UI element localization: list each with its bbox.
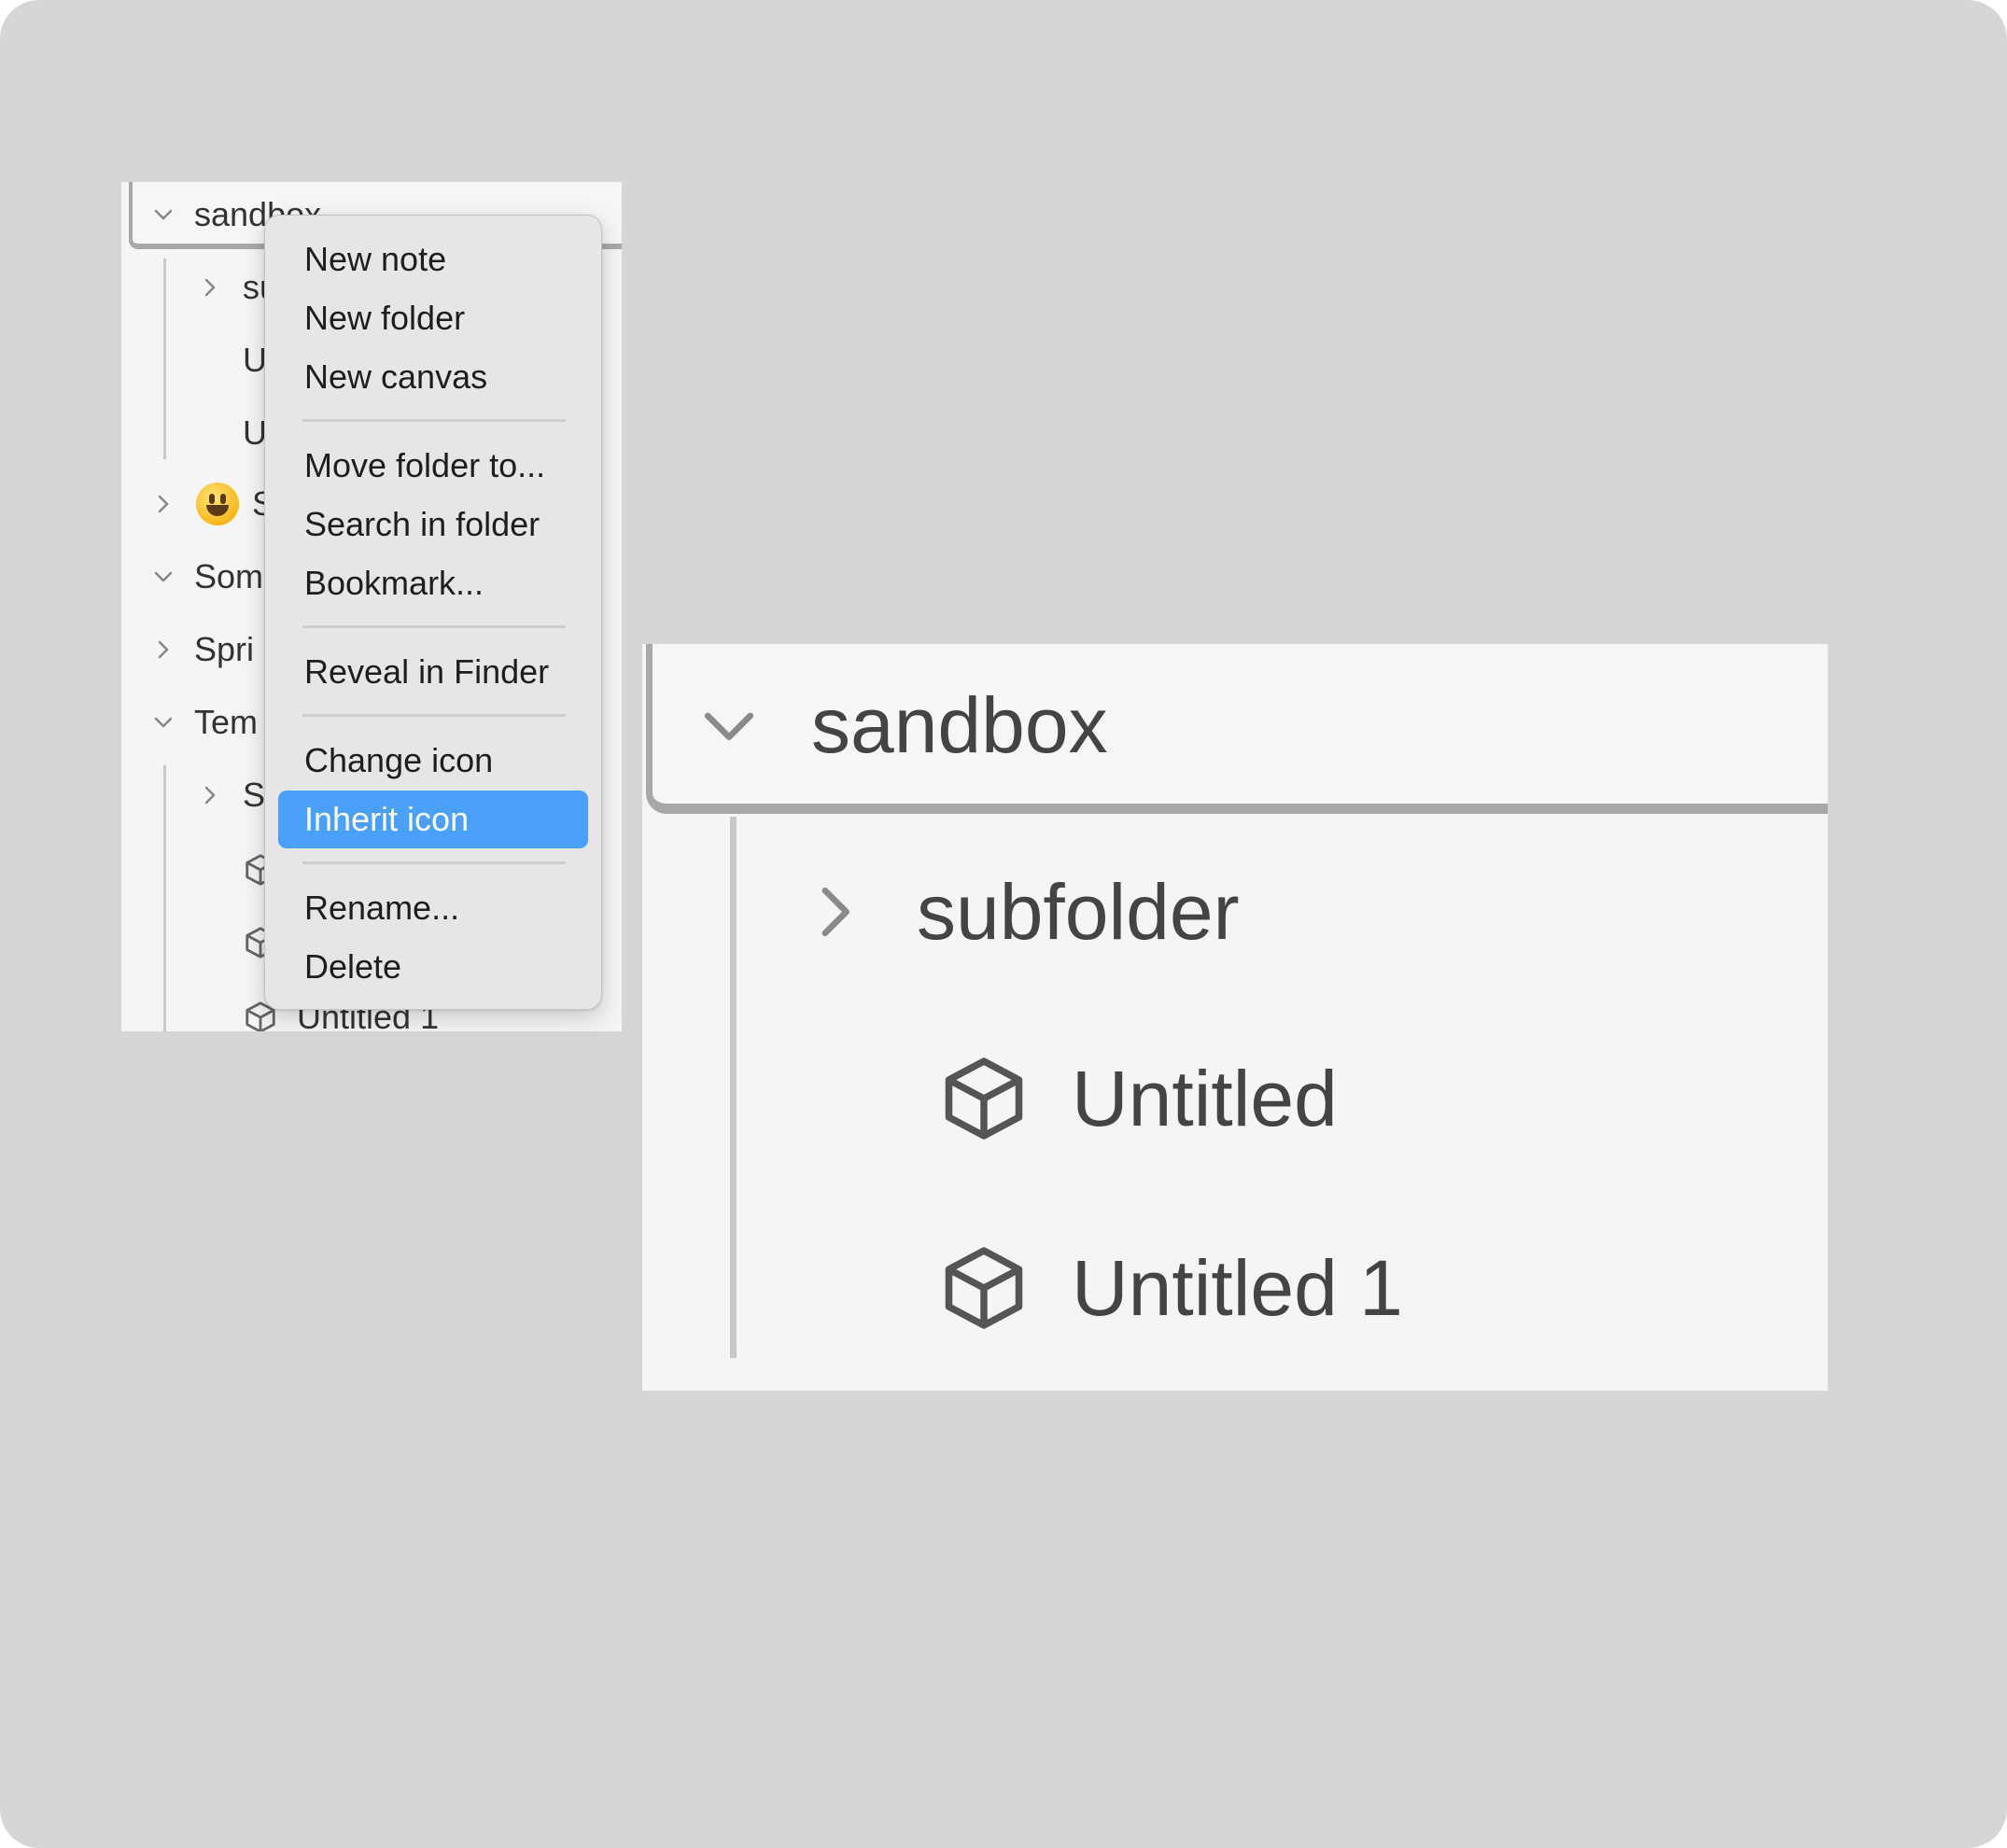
tree-item-spri[interactable]: Spri [149, 626, 254, 673]
chevron-down-icon[interactable] [149, 708, 177, 736]
tree-item-som[interactable]: Som [149, 553, 263, 600]
cube-icon [937, 1241, 1031, 1335]
tree-item-label: subfolder [917, 867, 1240, 956]
menu-separator [302, 861, 566, 864]
screenshot-canvas: sandbox su U U S Som Spri Tem S Untitled… [0, 0, 2007, 1848]
menu-item-rename[interactable]: Rename... [278, 879, 588, 937]
file-explorer-zoomed: sandbox subfolder Untitled Untitled 1 [642, 644, 1828, 1391]
chevron-right-icon[interactable] [149, 490, 177, 518]
chevron-right-icon[interactable] [196, 273, 224, 301]
tree-item-label: Untitled [1072, 1054, 1338, 1142]
tree-item-emoji-folder[interactable]: S [149, 481, 274, 527]
menu-item-reveal-in-finder[interactable]: Reveal in Finder [278, 643, 588, 701]
tree-guide-line [163, 259, 166, 459]
context-menu: New note New folder New canvas Move fold… [264, 215, 602, 1010]
smiley-emoji-icon [196, 483, 239, 525]
folder-label: sandbox [811, 680, 1108, 769]
chevron-right-icon[interactable] [196, 781, 224, 809]
tree-item-untitled-1[interactable]: Untitled 1 [937, 1227, 1403, 1349]
menu-item-bookmark[interactable]: Bookmark... [278, 554, 588, 612]
tree-guide-line [163, 765, 166, 1031]
menu-item-change-icon[interactable]: Change icon [278, 732, 588, 790]
menu-item-new-note[interactable]: New note [278, 231, 588, 288]
cube-icon [937, 1052, 1031, 1145]
tree-item-tem[interactable]: Tem [149, 699, 258, 746]
tree-item-subfolder[interactable]: subfolder [799, 851, 1240, 973]
tree-item-label: Spri [194, 630, 255, 668]
tree-item-label: S [243, 776, 266, 814]
menu-separator [302, 625, 566, 628]
chevron-right-icon[interactable] [799, 876, 870, 947]
tree-item-untitled[interactable]: Untitled [937, 1038, 1338, 1159]
menu-separator [302, 419, 566, 422]
tree-item-label: Untitled 1 [1072, 1243, 1403, 1332]
menu-separator [302, 714, 566, 717]
chevron-down-icon[interactable] [149, 201, 177, 229]
menu-item-inherit-icon[interactable]: Inherit icon [278, 791, 588, 848]
sandbox-folder-row[interactable]: sandbox [694, 665, 1108, 786]
tree-item-s[interactable]: S [196, 772, 265, 819]
tree-item-label: Som [194, 557, 264, 595]
chevron-down-icon[interactable] [149, 563, 177, 591]
menu-item-search-in-folder[interactable]: Search in folder [278, 496, 588, 553]
menu-item-new-folder[interactable]: New folder [278, 289, 588, 347]
menu-item-new-canvas[interactable]: New canvas [278, 348, 588, 406]
chevron-right-icon[interactable] [149, 636, 177, 664]
menu-item-delete[interactable]: Delete [278, 938, 588, 996]
tree-guide-line [730, 817, 737, 1358]
menu-item-move-folder[interactable]: Move folder to... [278, 437, 588, 495]
chevron-down-icon[interactable] [694, 690, 765, 761]
tree-item-label: Tem [194, 703, 259, 741]
